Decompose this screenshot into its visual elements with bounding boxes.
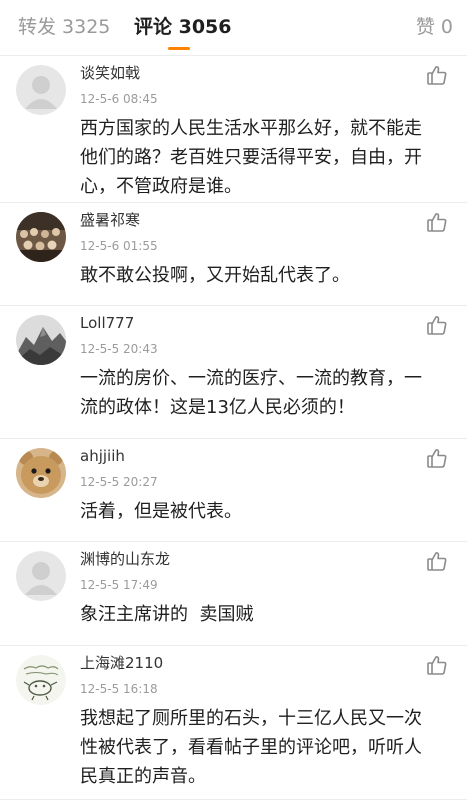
comment-text: 一流的房价、一流的医疗、一流的教育，一 流的政体！这是13亿人民必须的！ xyxy=(80,368,422,418)
teddy-bear-avatar[interactable] xyxy=(16,448,66,498)
tab-repost[interactable]: 转发 3325 xyxy=(18,14,110,40)
comment-text: 敢不敢公投啊，又开始乱代表了。 xyxy=(80,265,350,286)
comment-username[interactable]: ahjjiih xyxy=(80,445,125,467)
comment-list: 谈笑如戟 12-5-6 08:45 西方国家的人民生活水平那么好，就不能走 他们的… xyxy=(0,56,467,800)
comment-time: 12-5-5 20:27 xyxy=(80,475,158,489)
comment-item: 渊博的山东龙 12-5-5 17:49 象汪主席讲的 卖国贼 xyxy=(0,542,467,646)
comment-time: 12-5-5 17:49 xyxy=(80,578,158,592)
landscape-painting-avatar[interactable] xyxy=(16,315,66,365)
tab-like[interactable]: 赞 0 xyxy=(416,14,453,40)
comment-text: 象汪主席讲的 卖国贼 xyxy=(80,604,254,625)
comment-text: 西方国家的人民生活水平那么好，就不能走 他们的路？老百姓只要活得平安，自由，开 心，… xyxy=(80,118,422,197)
comment-username[interactable]: 盛暑祁寒 xyxy=(80,209,140,231)
comment-text: 我想起了厕所里的石头，十三亿人民又一次 性被代表了，看看帖子里的评论吧，听听人 民真… xyxy=(80,708,422,787)
comment-text: 活着，但是被代表。 xyxy=(80,501,242,522)
comment-item: 盛暑祁寒 12-5-6 01:55 敢不敢公投啊，又开始乱代表了。 xyxy=(0,203,467,306)
comment-tabs-bar: 转发 3325 评论 3056 赞 0 xyxy=(0,0,467,56)
comment-item: Loll777 12-5-5 20:43 一流的房价、一流的医疗、一流的教育，一… xyxy=(0,306,467,439)
thumbs-up-icon[interactable] xyxy=(426,654,448,676)
thumbs-up-icon[interactable] xyxy=(426,211,448,233)
default-avatar-icon[interactable] xyxy=(16,65,66,115)
thumbs-up-icon[interactable] xyxy=(426,64,448,86)
thumbs-up-icon[interactable] xyxy=(426,314,448,336)
thumbs-up-icon[interactable] xyxy=(426,550,448,572)
crowd-photo-avatar[interactable] xyxy=(16,212,66,262)
default-avatar-icon[interactable] xyxy=(16,551,66,601)
comment-item: 上海滩2110 12-5-5 16:18 我想起了厕所里的石头，十三亿人民又一次… xyxy=(0,646,467,800)
comment-time: 12-5-6 08:45 xyxy=(80,92,158,106)
active-tab-indicator xyxy=(168,47,190,50)
comment-time: 12-5-5 20:43 xyxy=(80,342,158,356)
comment-username[interactable]: 上海滩2110 xyxy=(80,652,163,674)
comment-time: 12-5-6 01:55 xyxy=(80,239,158,253)
thumbs-up-icon[interactable] xyxy=(426,447,448,469)
doodle-drawing-avatar[interactable] xyxy=(16,655,66,705)
comment-username[interactable]: 谈笑如戟 xyxy=(80,62,140,84)
comment-item: ahjjiih 12-5-5 20:27 活着，但是被代表。 xyxy=(0,439,467,542)
comment-username[interactable]: Loll777 xyxy=(80,312,134,334)
comment-time: 12-5-5 16:18 xyxy=(80,682,158,696)
comment-username[interactable]: 渊博的山东龙 xyxy=(80,548,170,570)
comment-item: 谈笑如戟 12-5-6 08:45 西方国家的人民生活水平那么好，就不能走 他们的… xyxy=(0,56,467,203)
tab-comment[interactable]: 评论 3056 xyxy=(134,14,232,40)
